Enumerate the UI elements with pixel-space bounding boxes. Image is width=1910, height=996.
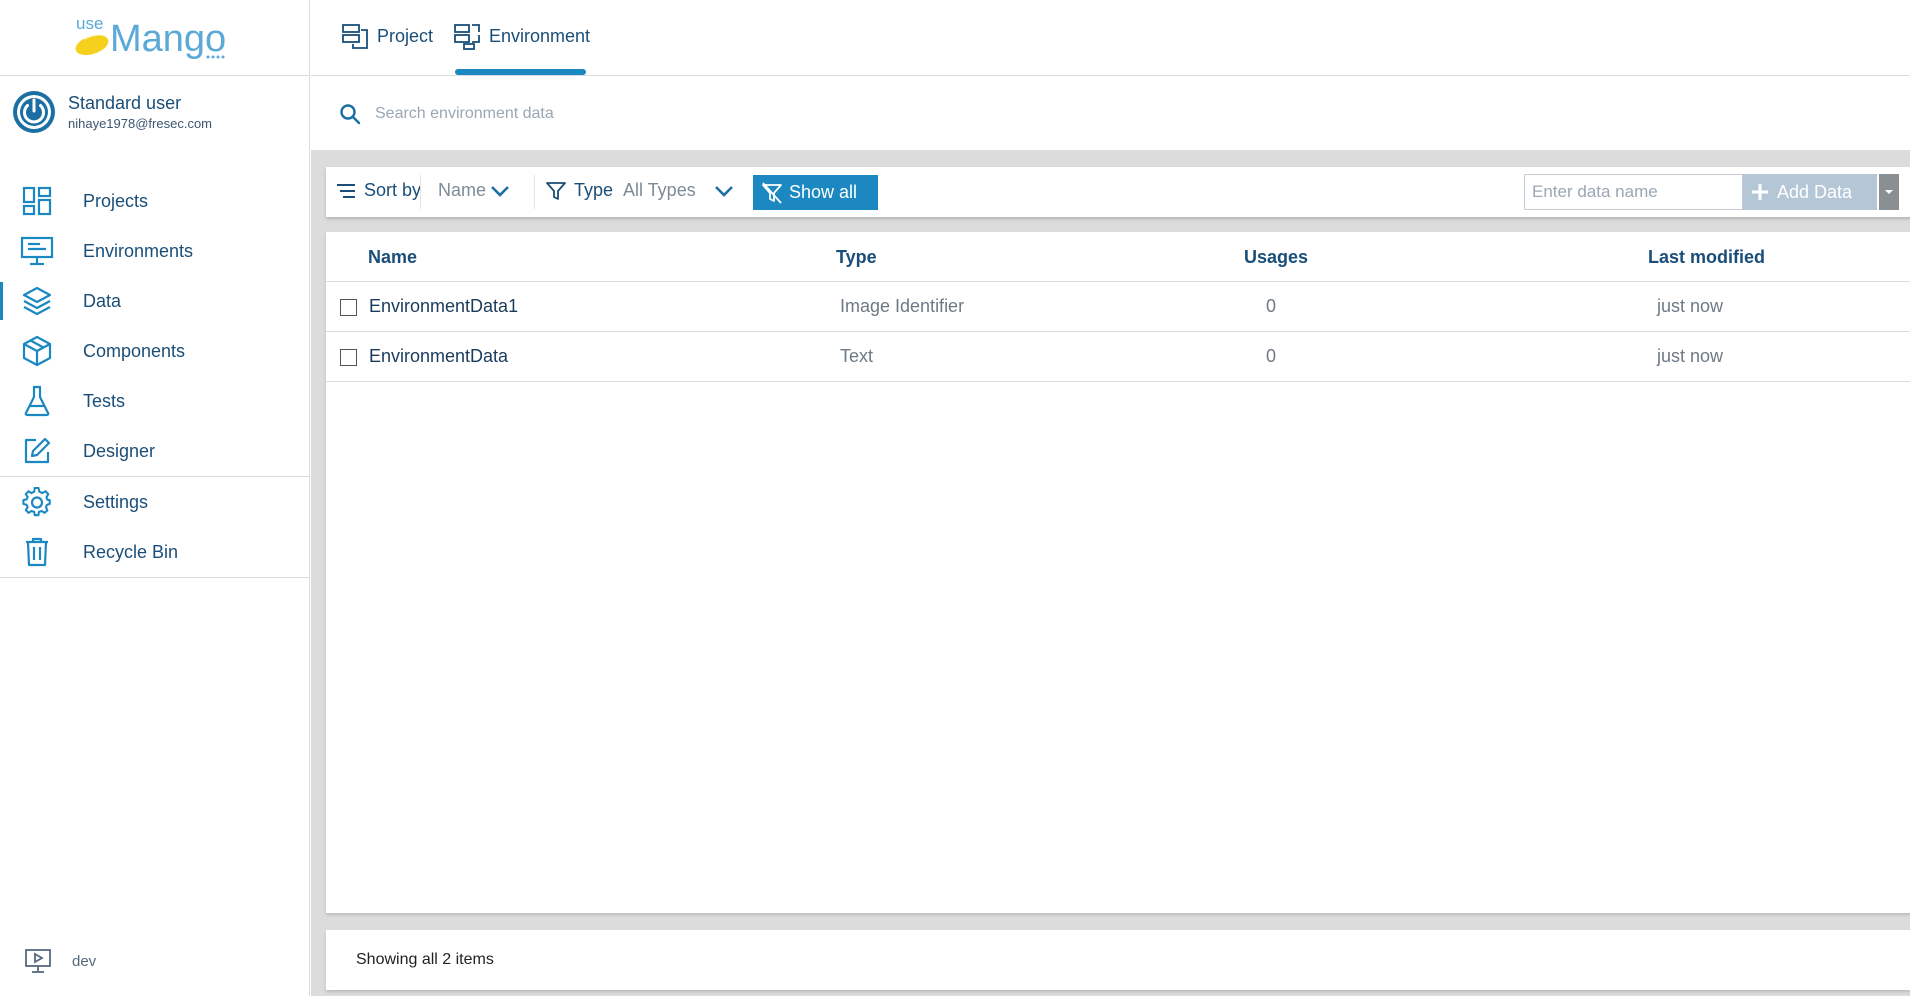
cell-usages: 0 (1266, 346, 1277, 366)
data-table: Name Type Usages Last modified Environme… (326, 232, 1910, 913)
sort-lines-icon (337, 183, 355, 198)
sidebar-item-tests[interactable]: Tests (0, 376, 309, 426)
sort-field-value: Name (438, 180, 487, 200)
type-label: Type (574, 180, 614, 200)
environment-name: dev (72, 952, 97, 970)
app-window: use Mango Standard user nihaye1978@frese… (0, 0, 1910, 996)
plus-icon (1752, 184, 1768, 200)
projects-grid-icon (20, 184, 54, 218)
status-bar: Showing all 2 items (326, 930, 1910, 990)
cell-name: EnvironmentData (369, 346, 509, 366)
row-checkbox[interactable] (340, 349, 357, 366)
user-profile[interactable]: Standard user nihaye1978@fresec.com (0, 76, 309, 148)
sort-by-label: Sort by (364, 180, 422, 200)
chevron-down-icon (714, 185, 733, 197)
cube-icon (20, 334, 54, 368)
column-header-name[interactable]: Name (368, 247, 417, 268)
sidebar-item-label: Designer (83, 440, 156, 461)
data-name-input[interactable] (1524, 174, 1743, 210)
chevron-down-icon (491, 185, 509, 197)
nav-divider (0, 577, 309, 578)
power-icon (13, 91, 55, 133)
add-data-button[interactable]: Add Data (1743, 174, 1877, 210)
item-count-text: Showing all 2 items (356, 951, 494, 968)
trash-icon (20, 535, 54, 569)
tab-label: Environment (489, 25, 591, 46)
sidebar-item-label: Environments (83, 240, 194, 261)
table-header: Name Type Usages Last modified (326, 232, 1910, 282)
sort-field-select[interactable]: Name (438, 180, 510, 201)
cell-usages: 0 (1266, 296, 1277, 316)
content-area: Sort by Name Type All Types Show all Ent… (311, 150, 1910, 996)
tab-label: Project (377, 25, 434, 46)
active-tab-indicator (455, 69, 586, 75)
column-header-type[interactable]: Type (836, 247, 877, 268)
type-filter-select[interactable]: All Types (623, 180, 734, 201)
tab-project[interactable]: Project (341, 20, 433, 52)
flask-icon (20, 384, 54, 418)
gear-icon (20, 485, 54, 519)
sidebar-item-label: Recycle Bin (83, 541, 179, 562)
sidebar-item-label: Components (83, 340, 186, 361)
caret-down-icon (1885, 190, 1893, 194)
sidebar-nav: Projects Environments Data Components Te… (0, 176, 309, 578)
sidebar-item-environments[interactable]: Environments (0, 226, 309, 276)
environment-db-icon (454, 24, 480, 50)
search-bar (311, 77, 1910, 150)
sort-by-control[interactable]: Sort by (336, 180, 421, 201)
search-icon[interactable] (339, 103, 361, 125)
table-row[interactable]: EnvironmentData Text 0 just now (326, 332, 1910, 382)
column-header-usages[interactable]: Usages (1244, 247, 1308, 268)
type-filter-value: All Types (623, 180, 696, 200)
play-monitor-icon (25, 949, 51, 973)
type-filter-control[interactable]: Type (546, 180, 613, 201)
sidebar-item-data[interactable]: Data (0, 276, 309, 326)
logo[interactable]: use Mango (0, 0, 309, 76)
user-email: nihaye1978@fresec.com (68, 116, 212, 131)
cell-name: EnvironmentData1 (369, 296, 519, 316)
top-tabs: Project Environment (311, 0, 1910, 76)
data-toolbar: Sort by Name Type All Types Show all Ent… (326, 167, 1910, 217)
cell-type: Image Identifier (840, 296, 965, 316)
sidebar: use Mango Standard user nihaye1978@frese… (0, 0, 310, 996)
toolbar-divider (420, 175, 421, 209)
layers-icon (20, 284, 54, 318)
add-data-label: Add Data (1777, 181, 1853, 202)
filter-clear-icon (762, 181, 782, 204)
cell-type: Text (840, 346, 874, 366)
sidebar-item-label: Data (83, 290, 122, 311)
table-row[interactable]: EnvironmentData1 Image Identifier 0 just… (326, 282, 1910, 332)
search-input[interactable] (375, 104, 975, 123)
column-header-last-modified[interactable]: Last modified (1648, 247, 1765, 268)
cell-last-modified: just now (1657, 296, 1724, 316)
filter-icon (546, 181, 566, 200)
show-all-label: Show all (789, 182, 858, 202)
tab-environment[interactable]: Environment (453, 20, 590, 52)
sidebar-item-label: Projects (83, 190, 149, 211)
cell-last-modified: just now (1657, 346, 1724, 366)
show-all-button[interactable]: Show all (753, 175, 878, 210)
usemango-logo-icon: use Mango (75, 14, 226, 60)
environment-indicator[interactable]: dev (24, 948, 96, 974)
row-checkbox[interactable] (340, 299, 357, 316)
project-db-icon (342, 24, 368, 49)
svg-text:Mango: Mango (110, 18, 226, 60)
edit-icon (20, 434, 54, 468)
monitor-icon (20, 234, 54, 268)
sidebar-item-designer[interactable]: Designer (0, 426, 309, 476)
svg-text:use: use (76, 14, 103, 33)
sidebar-item-components[interactable]: Components (0, 326, 309, 376)
sidebar-item-recycle-bin[interactable]: Recycle Bin (0, 527, 309, 577)
sidebar-item-label: Tests (83, 390, 126, 411)
sidebar-item-projects[interactable]: Projects (0, 176, 309, 226)
toolbar-divider (534, 175, 535, 209)
add-data-dropdown[interactable] (1879, 174, 1899, 210)
sidebar-item-settings[interactable]: Settings (0, 477, 309, 527)
sidebar-item-label: Settings (83, 491, 149, 512)
user-name: Standard user (68, 93, 182, 113)
